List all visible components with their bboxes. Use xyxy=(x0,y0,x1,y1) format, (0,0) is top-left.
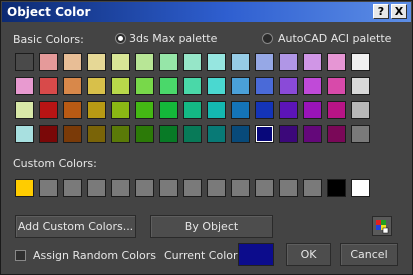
cancel-button[interactable]: Cancel xyxy=(340,243,398,266)
radio-autocad-palette-label[interactable]: AutoCAD ACI palette xyxy=(278,32,391,45)
basic-color-swatch[interactable] xyxy=(111,101,130,119)
basic-color-swatch[interactable] xyxy=(15,53,34,71)
custom-color-swatch[interactable] xyxy=(351,179,370,197)
basic-color-swatch[interactable] xyxy=(279,77,298,95)
basic-color-swatch[interactable] xyxy=(39,125,58,143)
basic-color-swatch[interactable] xyxy=(279,53,298,71)
custom-color-swatch[interactable] xyxy=(159,179,178,197)
basic-color-swatch[interactable] xyxy=(135,53,154,71)
basic-color-swatch[interactable] xyxy=(183,77,202,95)
custom-color-swatch[interactable] xyxy=(63,179,82,197)
basic-color-swatch[interactable] xyxy=(63,101,82,119)
title-bar[interactable]: Object Color ? X xyxy=(2,2,411,22)
basic-color-swatch[interactable] xyxy=(63,53,82,71)
custom-color-swatch[interactable] xyxy=(135,179,154,197)
basic-color-swatch[interactable] xyxy=(15,101,34,119)
current-color-label: Current Color: xyxy=(164,249,242,262)
custom-color-swatch[interactable] xyxy=(255,179,274,197)
basic-color-swatch[interactable] xyxy=(231,53,250,71)
basic-color-swatch[interactable] xyxy=(207,53,226,71)
custom-color-swatch[interactable] xyxy=(303,179,322,197)
basic-color-swatch[interactable] xyxy=(207,101,226,119)
close-button[interactable]: X xyxy=(391,4,407,19)
custom-color-swatch[interactable] xyxy=(327,179,346,197)
basic-color-swatch[interactable] xyxy=(87,125,106,143)
basic-color-swatch[interactable] xyxy=(231,101,250,119)
basic-color-swatch[interactable] xyxy=(327,77,346,95)
basic-color-swatch[interactable] xyxy=(231,125,250,143)
basic-color-swatch[interactable] xyxy=(207,125,226,143)
custom-color-swatch[interactable] xyxy=(87,179,106,197)
basic-color-swatch[interactable] xyxy=(159,53,178,71)
basic-color-swatch[interactable] xyxy=(303,77,322,95)
basic-color-swatch[interactable] xyxy=(231,77,250,95)
add-custom-colors-button[interactable]: Add Custom Colors... xyxy=(15,215,136,238)
basic-color-swatch[interactable] xyxy=(39,101,58,119)
custom-color-swatch[interactable] xyxy=(207,179,226,197)
basic-color-swatch[interactable] xyxy=(279,125,298,143)
basic-color-swatch[interactable] xyxy=(87,53,106,71)
ok-button[interactable]: OK xyxy=(286,243,331,266)
basic-color-swatch[interactable] xyxy=(39,77,58,95)
basic-color-swatch[interactable] xyxy=(135,77,154,95)
assign-random-colors-checkbox[interactable] xyxy=(15,250,26,261)
basic-color-swatch[interactable] xyxy=(207,77,226,95)
basic-color-swatch[interactable] xyxy=(255,125,274,143)
custom-color-swatch[interactable] xyxy=(279,179,298,197)
radio-3ds-max-palette-label[interactable]: 3ds Max palette xyxy=(129,32,217,45)
basic-color-swatch[interactable] xyxy=(351,101,370,119)
basic-color-swatch[interactable] xyxy=(327,53,346,71)
basic-color-swatch[interactable] xyxy=(255,101,274,119)
color-picker-icon xyxy=(376,220,389,234)
basic-color-swatch[interactable] xyxy=(15,77,34,95)
basic-color-swatch[interactable] xyxy=(87,101,106,119)
basic-color-swatch[interactable] xyxy=(255,53,274,71)
basic-color-swatch[interactable] xyxy=(327,101,346,119)
custom-color-swatch[interactable] xyxy=(39,179,58,197)
basic-color-swatch[interactable] xyxy=(15,125,34,143)
basic-color-swatch[interactable] xyxy=(159,77,178,95)
basic-color-swatch[interactable] xyxy=(135,101,154,119)
custom-colors-label: Custom Colors: xyxy=(13,157,97,170)
by-object-button[interactable]: By Object xyxy=(150,215,273,238)
basic-color-swatch[interactable] xyxy=(351,77,370,95)
basic-color-swatch[interactable] xyxy=(255,77,274,95)
basic-color-swatch[interactable] xyxy=(111,53,130,71)
assign-random-colors-label[interactable]: Assign Random Colors xyxy=(33,249,156,262)
color-picker-button[interactable] xyxy=(372,216,392,236)
basic-color-swatch[interactable] xyxy=(111,125,130,143)
basic-color-swatch[interactable] xyxy=(351,53,370,71)
basic-color-swatch[interactable] xyxy=(183,101,202,119)
current-color-swatch[interactable] xyxy=(238,243,274,266)
basic-color-swatch[interactable] xyxy=(183,125,202,143)
dialog-title: Object Color xyxy=(7,5,91,19)
basic-color-swatch[interactable] xyxy=(63,125,82,143)
basic-colors-label: Basic Colors: xyxy=(13,33,84,46)
basic-color-swatch[interactable] xyxy=(135,125,154,143)
basic-color-swatch[interactable] xyxy=(87,77,106,95)
basic-color-swatch[interactable] xyxy=(327,125,346,143)
basic-color-swatch[interactable] xyxy=(351,125,370,143)
basic-color-swatch[interactable] xyxy=(303,53,322,71)
custom-color-swatch[interactable] xyxy=(231,179,250,197)
custom-color-swatch[interactable] xyxy=(183,179,202,197)
object-color-dialog: Object Color ? X Basic Colors: 3ds Max p… xyxy=(0,0,413,275)
basic-color-swatch[interactable] xyxy=(303,101,322,119)
radio-autocad-palette[interactable] xyxy=(262,33,273,44)
basic-color-swatch[interactable] xyxy=(183,53,202,71)
basic-color-swatch[interactable] xyxy=(63,77,82,95)
basic-color-swatch[interactable] xyxy=(159,125,178,143)
basic-color-swatch[interactable] xyxy=(39,53,58,71)
basic-color-swatch[interactable] xyxy=(159,101,178,119)
custom-color-swatch[interactable] xyxy=(111,179,130,197)
basic-color-swatch[interactable] xyxy=(279,101,298,119)
radio-3ds-max-palette[interactable] xyxy=(115,33,126,44)
custom-color-swatch[interactable] xyxy=(15,179,34,197)
basic-color-swatch[interactable] xyxy=(111,77,130,95)
basic-color-swatch[interactable] xyxy=(303,125,322,143)
help-button[interactable]: ? xyxy=(373,4,389,19)
